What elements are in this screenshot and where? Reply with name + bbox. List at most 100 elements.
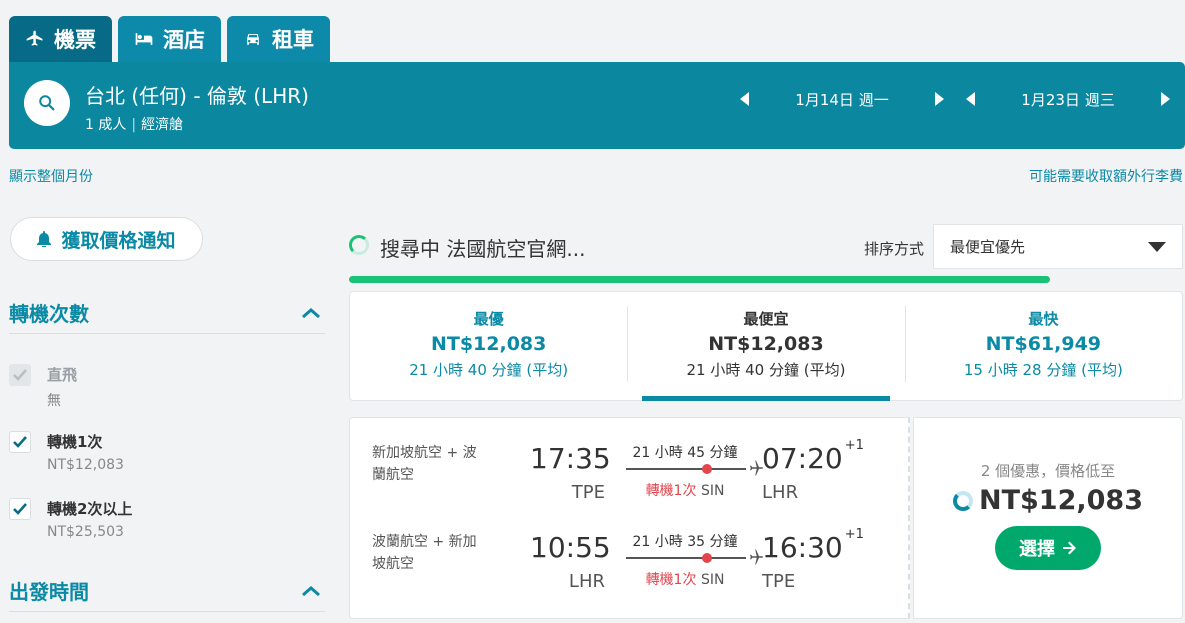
car-icon — [247, 34, 259, 45]
return-next-button[interactable] — [1152, 86, 1178, 112]
summary-duration: 21 小時 40 分鐘 (平均) — [686, 361, 846, 379]
tab-flights[interactable]: 機票 — [9, 16, 112, 62]
filter-nonstop: 直飛 無 — [9, 364, 77, 410]
select-button[interactable]: 選擇 — [995, 526, 1101, 570]
sort-dropdown[interactable]: 最便宜優先 — [933, 224, 1183, 269]
select-button-label: 選擇 — [1019, 539, 1055, 560]
departure-time-section-header[interactable]: 出發時間 — [9, 576, 325, 612]
price-row: NT$12,083 — [914, 485, 1182, 516]
chevron-down-icon — [1148, 241, 1166, 252]
search-progress-bar — [349, 276, 1050, 283]
filter-label[interactable]: 轉機1次 — [47, 431, 124, 453]
return-date[interactable]: 1月23日 週三 — [984, 89, 1152, 110]
depart-next-button[interactable] — [926, 86, 952, 112]
price-loading-spinner — [953, 490, 973, 511]
caret-right-icon — [1161, 92, 1170, 106]
tab-cars[interactable]: 租車 — [227, 16, 330, 62]
result-itinerary[interactable]: 新加坡航空 + 波蘭航空 17:35 TPE 21 小時 45 分鐘 轉機1次 … — [349, 417, 910, 619]
filter-label: 直飛 — [47, 366, 78, 384]
loading-spinner — [349, 235, 369, 255]
arrow-right-icon — [1063, 541, 1076, 555]
search-button[interactable] — [24, 80, 70, 126]
plane-icon — [26, 30, 43, 46]
price-alert-button[interactable]: 獲取價格通知 — [10, 217, 203, 261]
summary-title: 最快 — [1028, 310, 1059, 328]
sort-summary-tabs: 最優 NT$12,083 21 小時 40 分鐘 (平均) 最便宜 NT$12,… — [349, 291, 1183, 401]
tab-cars-label: 租車 — [272, 28, 314, 52]
depart-date[interactable]: 1月14日 週一 — [758, 89, 926, 110]
stops-info: 轉機1次 SIN — [630, 480, 740, 500]
filter-price: 無 — [47, 393, 61, 409]
caret-right-icon — [935, 92, 944, 106]
stop-dot — [702, 464, 712, 474]
return-leg: 波蘭航空 + 新加坡航空 10:55 LHR 21 小時 35 分鐘 轉機1次 … — [372, 527, 892, 611]
bell-icon — [37, 231, 52, 247]
filter-label[interactable]: 轉機2次以上 — [47, 498, 132, 520]
result-price-panel: 2 個優惠，價格低至 NT$12,083 選擇 — [913, 417, 1183, 619]
tab-hotels[interactable]: 酒店 — [118, 16, 221, 62]
arrival-airport: TPE — [762, 571, 796, 592]
summary-duration: 21 小時 40 分鐘 (平均) — [409, 361, 569, 379]
summary-best[interactable]: 最優 NT$12,083 21 小時 40 分鐘 (平均) — [350, 292, 627, 400]
depart-prev-button[interactable] — [732, 86, 758, 112]
return-date-nav: 1月23日 週三 — [958, 86, 1178, 112]
departure-airport: LHR — [568, 571, 605, 592]
route-text[interactable]: 台北 (任何) - 倫敦 (LHR) — [85, 80, 309, 109]
sort-label: 排序方式 — [864, 240, 925, 258]
outbound-leg: 新加坡航空 + 波蘭航空 17:35 TPE 21 小時 45 分鐘 轉機1次 … — [372, 438, 892, 522]
stops-section-header[interactable]: 轉機次數 — [9, 298, 325, 334]
stop-dot — [702, 553, 712, 563]
passenger-cabin-text[interactable]: 1 成人 | 經濟艙 — [85, 114, 183, 134]
chevron-up-icon — [302, 585, 320, 596]
route-line — [626, 557, 746, 559]
day-offset: +1 — [844, 527, 864, 542]
baggage-fees-link[interactable]: 可能需要收取額外行李費 — [1029, 166, 1183, 186]
summary-title: 最優 — [473, 310, 504, 328]
chevron-up-icon — [302, 307, 320, 318]
stop-count: 轉機1次 — [645, 483, 697, 499]
arrival-airport: LHR — [762, 482, 799, 503]
sort-selected-value: 最便宜優先 — [950, 238, 1026, 256]
route-line — [626, 468, 746, 470]
stops-section-title: 轉機次數 — [9, 302, 89, 326]
cabin-class: 經濟艙 — [141, 117, 184, 133]
departure-time: 17:35 — [530, 442, 611, 475]
summary-price: NT$12,083 — [430, 333, 547, 355]
tab-hotels-label: 酒店 — [163, 28, 205, 52]
summary-fastest[interactable]: 最快 NT$61,949 15 小時 28 分鐘 (平均) — [904, 292, 1182, 400]
filter-one-stop: 轉機1次 NT$12,083 — [9, 431, 124, 473]
caret-left-icon — [966, 92, 975, 106]
bed-icon — [135, 33, 153, 45]
arrival-time-block: 07:20 +1 — [762, 438, 864, 475]
arrival-time-block: 16:30 +1 — [762, 527, 864, 564]
separator: | — [131, 117, 137, 133]
flight-duration: 21 小時 35 分鐘 — [632, 534, 738, 550]
filter-price: NT$12,083 — [47, 457, 124, 473]
search-icon — [39, 95, 55, 111]
passenger-count: 1 成人 — [85, 117, 127, 133]
summary-duration: 15 小時 28 分鐘 (平均) — [963, 361, 1123, 379]
stops-info: 轉機1次 SIN — [630, 569, 740, 589]
departure-time-section-title: 出發時間 — [9, 580, 89, 604]
summary-price: NT$12,083 — [708, 333, 824, 355]
arrival-time: 16:30 — [762, 531, 843, 564]
departure-airport: TPE — [571, 482, 605, 503]
depart-date-nav: 1月14日 週一 — [732, 86, 952, 112]
airline-names: 波蘭航空 + 新加坡航空 — [372, 534, 477, 572]
arrival-time: 07:20 — [762, 442, 843, 475]
summary-cheapest[interactable]: 最便宜 NT$12,083 21 小時 40 分鐘 (平均) — [627, 292, 904, 401]
summary-title: 最便宜 — [743, 310, 789, 328]
search-summary-bar: 台北 (任何) - 倫敦 (LHR) 1 成人 | 經濟艙 1月14日 週一 1月2… — [9, 62, 1185, 149]
show-whole-month-link[interactable]: 顯示整個月份 — [9, 166, 93, 186]
filter-price: NT$25,503 — [47, 524, 124, 540]
tab-flights-label: 機票 — [54, 28, 96, 52]
check-icon — [13, 503, 27, 515]
departure-time: 10:55 — [530, 531, 611, 564]
stop-airport: SIN — [700, 572, 725, 588]
return-prev-button[interactable] — [958, 86, 984, 112]
airline-names: 新加坡航空 + 波蘭航空 — [372, 445, 477, 483]
nonstop-checkbox[interactable] — [9, 364, 31, 386]
two-plus-stops-checkbox[interactable] — [9, 498, 31, 520]
one-stop-checkbox[interactable] — [9, 431, 31, 453]
check-icon — [13, 436, 27, 448]
